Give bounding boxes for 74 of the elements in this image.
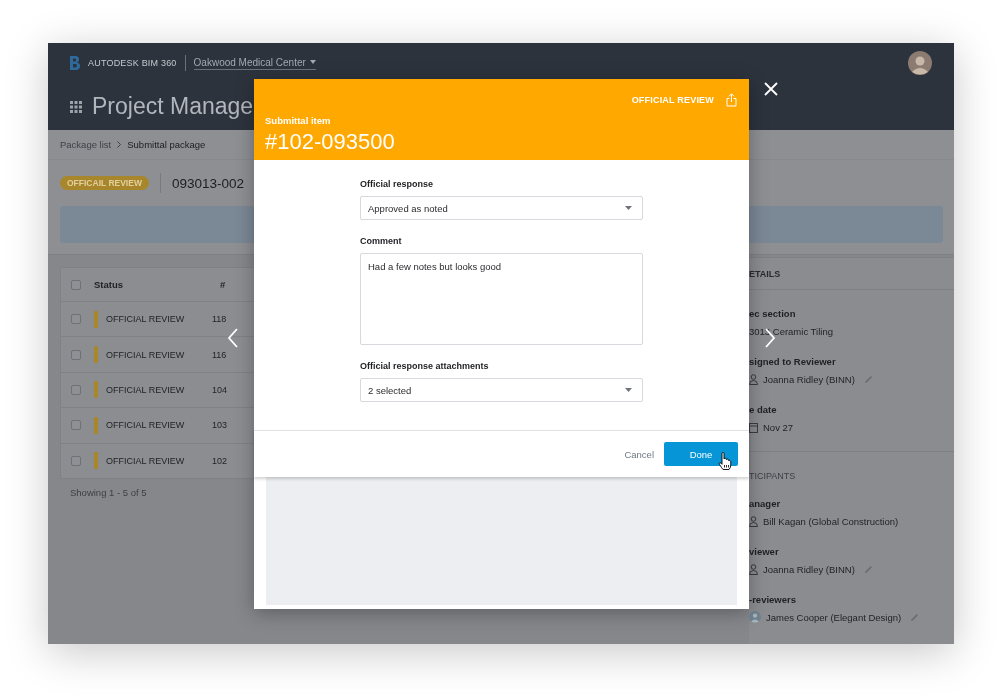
logo-icon xyxy=(70,56,80,70)
status-marker-icon xyxy=(94,452,98,470)
field-label: viewer xyxy=(749,545,779,559)
pencil-icon[interactable] xyxy=(863,564,873,574)
status-marker-icon xyxy=(94,416,98,434)
table-cell: 116 xyxy=(212,349,227,360)
field-label: ec section xyxy=(749,307,796,321)
product-name: AUTODESK BIM 360 xyxy=(88,58,177,68)
field-label: Comment xyxy=(360,235,402,248)
page-title: Project Manage xyxy=(92,93,254,120)
field-label: Official response xyxy=(360,178,434,191)
checkbox[interactable] xyxy=(71,420,81,431)
checkbox[interactable] xyxy=(71,384,81,395)
status-badge: OFFICAIL REVIEW xyxy=(60,176,149,190)
section-title: TICIPANTS xyxy=(749,470,796,483)
chevron-left-icon[interactable] xyxy=(228,328,238,348)
cancel-button[interactable]: Cancel xyxy=(624,446,654,462)
calendar-icon xyxy=(749,421,758,433)
modal-title: #102-093500 xyxy=(265,129,395,155)
app-grid-icon[interactable] xyxy=(70,100,82,113)
table-cell-text: OFFICIAL REVIEW xyxy=(106,314,186,325)
person-icon xyxy=(749,563,758,575)
checkbox[interactable] xyxy=(71,279,81,290)
done-button[interactable]: Done xyxy=(664,442,738,466)
pencil-icon[interactable] xyxy=(863,374,873,384)
field-label: Official response attachments xyxy=(360,360,489,373)
chevron-right-icon xyxy=(117,141,122,148)
pagination-text: Showing 1 - 5 of 5 xyxy=(70,486,147,498)
caret-icon xyxy=(625,388,632,392)
table-cell-text: OFFICIAL REVIEW xyxy=(106,420,186,431)
table-cell: 103 xyxy=(212,420,228,431)
person-icon xyxy=(749,515,758,527)
breadcrumb-link[interactable]: Submittal package xyxy=(127,139,206,150)
field-label: e date xyxy=(749,403,777,417)
status-label: OFFICIAL REVIEW xyxy=(631,95,714,105)
field-value: Joanna Ridley (BINN) xyxy=(763,563,855,575)
status-marker-icon xyxy=(94,381,98,399)
modal-subtitle: Submittal item xyxy=(265,114,331,128)
field-value: James Cooper (Elegant Design) xyxy=(766,611,902,623)
comment-field[interactable]: Had a few notes but looks good xyxy=(360,253,643,345)
panel-title: ETAILS xyxy=(749,268,781,279)
share-icon[interactable] xyxy=(726,93,737,107)
project-selector[interactable]: Oakwood Medical Center xyxy=(193,56,316,70)
table-cell-text: OFFICIAL REVIEW xyxy=(106,384,186,395)
field-value: Nov 27 xyxy=(763,421,794,433)
package-number: 093013-002 xyxy=(171,175,244,191)
field-label: anager xyxy=(749,497,781,511)
checkbox[interactable] xyxy=(71,349,81,360)
avatar-icon xyxy=(749,611,761,623)
caret-icon xyxy=(625,206,632,210)
field-label: signed to Reviewer xyxy=(749,355,836,369)
pencil-icon[interactable] xyxy=(910,612,920,622)
field-value: Bill Kagan (Global Construction) xyxy=(763,515,899,527)
table-cell: 104 xyxy=(212,384,228,395)
table-cell: 102 xyxy=(212,455,228,466)
field-value: Joanna Ridley (BINN) xyxy=(763,373,855,385)
dropdown-field[interactable]: 2 selected xyxy=(360,378,643,402)
field-label: -reviewers xyxy=(749,593,796,607)
breadcrumb-link[interactable]: Package list xyxy=(60,139,112,150)
hand-cursor-icon xyxy=(718,452,732,470)
status-marker-icon xyxy=(94,310,98,328)
caret-icon xyxy=(309,60,316,64)
avatar-icon[interactable] xyxy=(908,51,932,75)
checkbox[interactable] xyxy=(71,455,81,466)
table-cell-text: OFFICIAL REVIEW xyxy=(106,455,186,466)
person-icon xyxy=(749,373,758,385)
status-marker-icon xyxy=(94,346,98,364)
checkbox[interactable] xyxy=(71,314,81,325)
dropdown-field[interactable]: Approved as noted xyxy=(360,196,643,220)
table-cell: 118 xyxy=(212,314,227,325)
column-header: Status xyxy=(94,279,125,290)
close-icon[interactable] xyxy=(764,82,778,96)
column-header: # xyxy=(220,279,226,290)
table-cell-text: OFFICIAL REVIEW xyxy=(106,349,186,360)
